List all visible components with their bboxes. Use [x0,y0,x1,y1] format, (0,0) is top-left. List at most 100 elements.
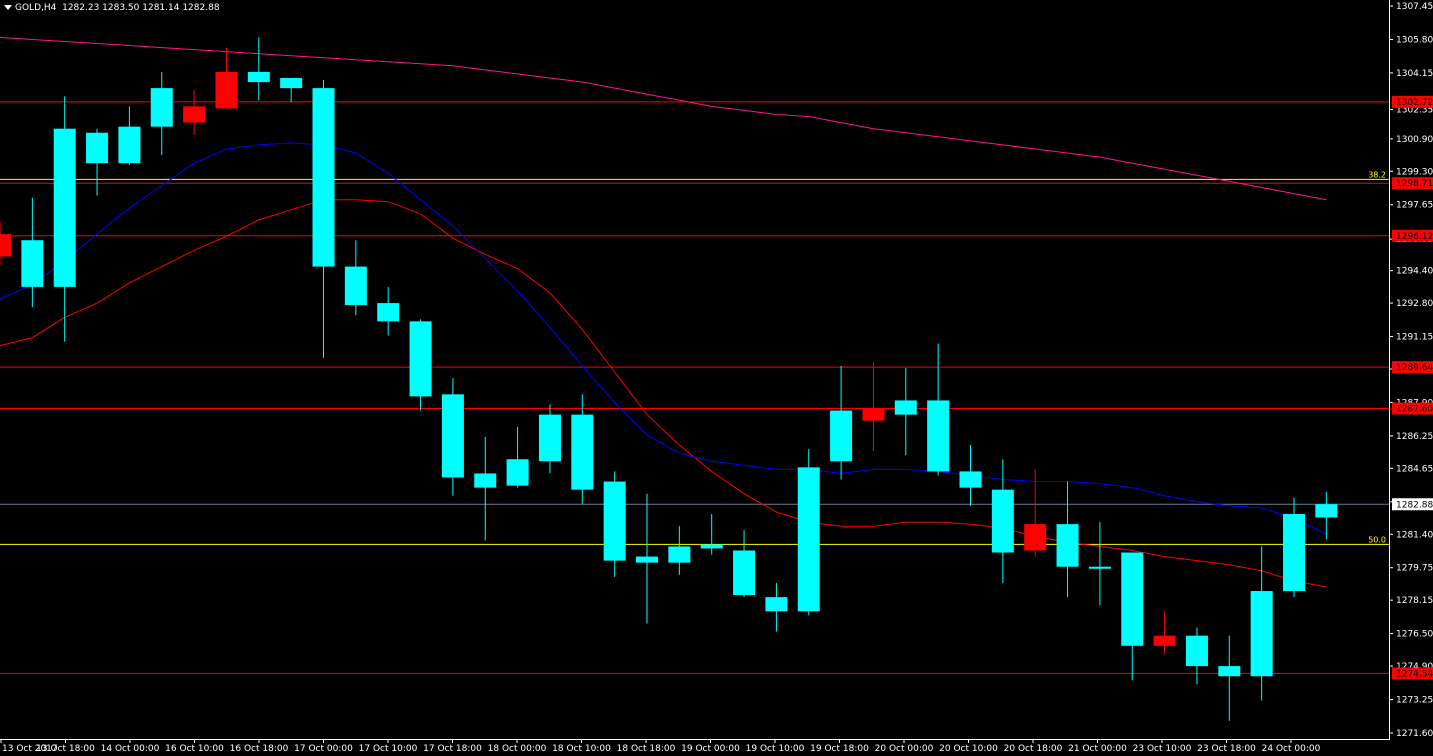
time-tick-label: 19 Oct 00:00 [681,744,740,754]
candle-body [1024,524,1047,551]
candle [215,47,238,109]
candle-body [603,481,626,561]
candle [21,197,44,308]
candle [344,240,367,316]
time-tick-label: 16 Oct 10:00 [165,744,224,754]
candle-body [1315,504,1338,518]
price-tick-label: 1299.30 [1396,167,1433,177]
candle-body [0,234,11,257]
candle-body [215,71,238,109]
candle [959,445,982,506]
candle [733,530,756,598]
candle-body [474,473,497,488]
fib-label: 38.2 [1368,170,1386,179]
candle [183,90,206,135]
candle [1121,552,1144,681]
price-tick-label: 1271.60 [1396,729,1433,739]
price-tick-label: 1276.50 [1396,630,1433,640]
time-tick-label: 19 Oct 18:00 [810,744,869,754]
candle [1088,522,1111,606]
candle [150,71,173,156]
price-tick-label: 1281.40 [1396,530,1433,540]
price-tag-label: 1302.72 [1396,98,1433,108]
time-tick-label: 19 Oct 10:00 [746,744,805,754]
time-tick-label: 16 Oct 18:00 [230,744,289,754]
candle-body [344,266,367,306]
candle [927,343,950,476]
candle-body [377,303,400,322]
candle [506,426,529,488]
time-tick-label: 18 Oct 18:00 [617,744,676,754]
candle-body [700,544,723,549]
time-axis: 13 Oct 201713 Oct 18:00 14 Oct 00:00 16 Oc… [0,739,1390,756]
candle [1185,627,1208,685]
price-tick-label: 1291.15 [1396,333,1433,343]
price-tag-label: 1287.60 [1396,405,1433,415]
candle [571,394,594,504]
candle-body [183,106,206,123]
price-tick-label: 1284.65 [1396,464,1433,474]
candle-body [797,467,820,612]
time-tick-label: 24 Oct 00:00 [1262,744,1321,754]
candle-body [862,408,885,421]
candle [700,513,723,555]
candle [86,128,109,196]
candle [474,436,497,541]
candle [1218,635,1241,721]
candle-body [1283,513,1305,592]
candle [409,319,432,411]
time-tick-label: 23 Oct 10:00 [1133,744,1192,754]
candle-body [53,128,76,287]
time-tick-label: 20 Oct 00:00 [875,744,934,754]
candle [894,367,917,456]
price-tag-label: 1296.12 [1396,232,1433,242]
candle-body [538,414,561,462]
price-tick-label: 1305.80 [1396,35,1433,45]
candle [377,286,400,336]
candle-body [830,410,853,462]
price-tick-label: 1292.80 [1396,299,1433,309]
ma-fast-line [0,142,1327,535]
price-tag-label: 1298.71 [1396,179,1433,189]
candle-body [21,240,44,287]
candle [118,106,141,166]
price-axis: 1307.451305.801304.151302.351300.901299.… [1389,0,1433,756]
candle-body [1088,566,1111,569]
candle-body [1121,552,1144,646]
candle-body [86,132,109,164]
price-tick-label: 1300.90 [1396,135,1433,145]
time-tick-label: 20 Oct 10:00 [939,744,998,754]
candle [538,404,561,474]
time-tick-label: 18 Oct 00:00 [488,744,547,754]
price-chart[interactable]: 38.250.0 1307.451305.801304.151302.35130… [0,0,1433,756]
time-tick-label: 23 Oct 18:00 [1197,744,1256,754]
candle-body [1056,524,1079,567]
fib-label: 50.0 [1368,535,1386,544]
price-tick-label: 1297.65 [1396,201,1433,211]
candle-body [765,597,788,612]
time-tick-label: 14 Oct 00:00 [101,744,160,754]
candle [441,378,464,496]
candle [668,526,691,575]
time-tick-label: 13 Oct 18:00 [36,744,95,754]
price-tag-label: 1282.88 [1396,500,1433,510]
price-tick-label: 1286.25 [1396,432,1433,442]
candle-body [1218,666,1241,677]
candle-body [1250,591,1273,677]
candle-body [409,321,432,397]
candle [636,493,658,624]
candle-body [636,556,658,563]
ohlc-readout: 1282.23 1283.50 1281.14 1282.88 [62,3,220,13]
time-tick-label: 20 Oct 18:00 [1004,744,1063,754]
price-tag-label: 1289.64 [1396,363,1433,373]
candle-body [927,400,950,472]
candle-body [991,489,1014,553]
candle-body [1153,635,1176,646]
dropdown-triangle-icon[interactable] [4,5,12,10]
candle-body [247,71,270,83]
candle [280,77,303,103]
candle [53,96,76,342]
price-tick-label: 1307.45 [1396,2,1433,12]
candle-body [118,126,141,164]
time-tick-label: 17 Oct 10:00 [359,744,418,754]
